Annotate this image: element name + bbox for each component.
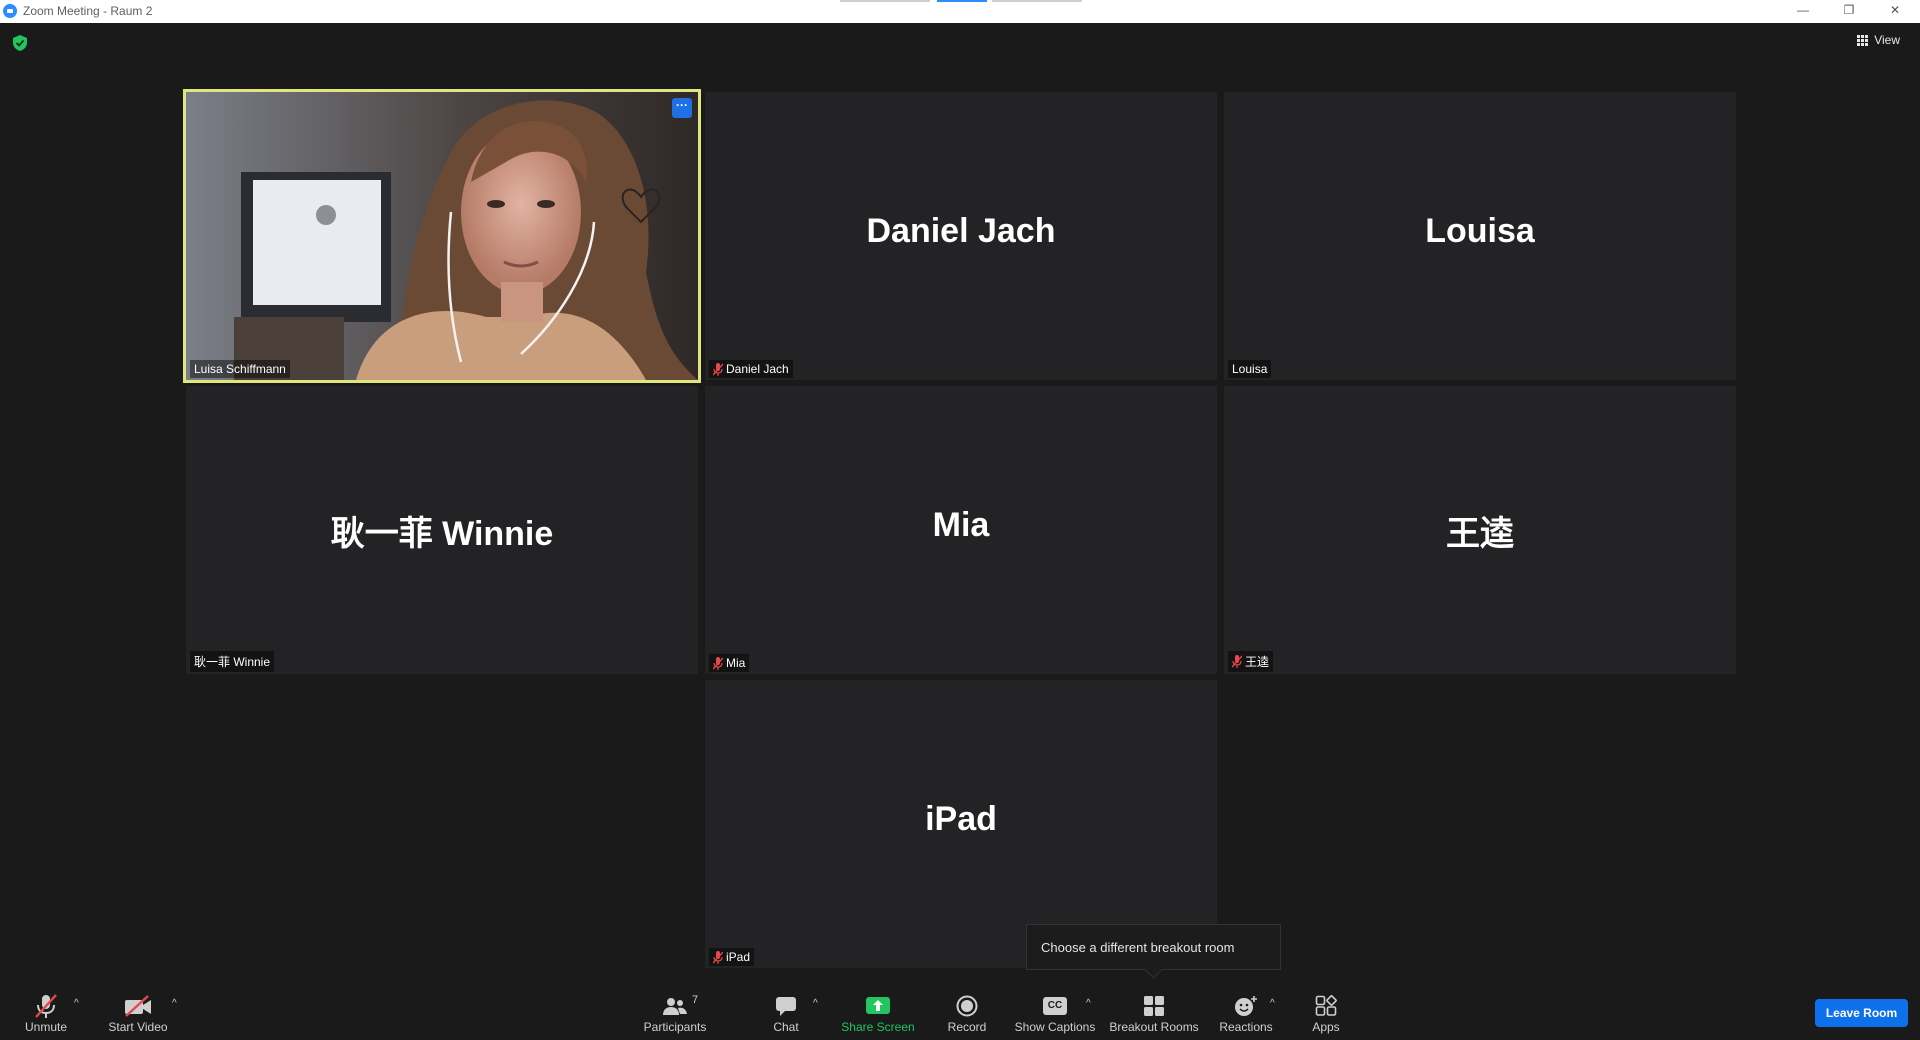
start-video-label: Start Video [108, 1020, 168, 1034]
show-captions-button[interactable]: CC Show Captions [1014, 980, 1096, 1040]
participant-tile-wang-kui[interactable]: 王逵 王逵 [1224, 386, 1736, 674]
participant-tile-mia[interactable]: Mia Mia [705, 386, 1217, 674]
video-more-options-button[interactable]: ··· [672, 98, 692, 118]
participant-name: Luisa Schiffmann [194, 362, 286, 376]
share-screen-label: Share Screen [841, 1020, 915, 1034]
chat-label: Chat [773, 1020, 799, 1034]
participant-tile-daniel-jach[interactable]: Daniel Jach Daniel Jach [705, 92, 1217, 380]
participant-name: iPad [726, 950, 751, 964]
reactions-label: Reactions [1219, 1020, 1273, 1034]
participant-name: 王逵 [1245, 655, 1270, 669]
breakout-rooms-icon [1144, 996, 1164, 1016]
breakout-rooms-label: Breakout Rooms [1109, 1020, 1199, 1034]
participant-name: Daniel Jach [726, 362, 789, 376]
window-title: Zoom Meeting - Raum 2 [23, 4, 153, 18]
zoom-app-icon [3, 4, 17, 18]
participant-name: Mia [726, 656, 746, 670]
participant-display-name: 王逵 [1446, 515, 1514, 553]
breakout-rooms-button[interactable]: Breakout Rooms [1108, 980, 1200, 1040]
record-label: Record [947, 1020, 987, 1034]
chat-options-caret-icon[interactable]: ^ [813, 998, 818, 1009]
unmute-button[interactable]: Unmute [18, 980, 74, 1040]
share-screen-icon [866, 997, 890, 1014]
close-button[interactable]: ✕ [1872, 0, 1918, 23]
participants-icon [663, 998, 687, 1015]
muted-mic-icon [713, 656, 723, 670]
participant-name: Louisa [1232, 362, 1268, 376]
restore-button[interactable]: ❐ [1826, 0, 1872, 23]
minimize-button[interactable]: — [1780, 0, 1826, 23]
reactions-button[interactable]: Reactions [1216, 980, 1276, 1040]
video-off-icon [125, 995, 151, 1017]
participant-tile-winnie[interactable]: 耿一菲 Winnie 耿一菲 Winnie [186, 386, 698, 674]
participant-name-label: Luisa Schiffmann [190, 360, 290, 378]
participant-name-label: Mia [709, 654, 750, 672]
start-video-button[interactable]: Start Video [104, 980, 172, 1040]
participant-display-name: Louisa [1425, 212, 1535, 250]
leave-room-button[interactable]: Leave Room [1815, 999, 1908, 1027]
participant-tile-video[interactable]: ··· Luisa Schiffmann [183, 89, 701, 383]
apps-icon [1315, 995, 1337, 1016]
muted-mic-icon [1232, 655, 1242, 668]
participants-label: Participants [643, 1020, 707, 1034]
meeting-top-bar: View [0, 23, 1920, 63]
muted-mic-icon [713, 950, 723, 964]
participant-video-frame [186, 92, 698, 380]
apps-button[interactable]: Apps [1306, 980, 1346, 1040]
title-bar: Zoom Meeting - Raum 2 — ❐ ✕ [0, 0, 1920, 23]
record-button[interactable]: Record [942, 980, 992, 1040]
view-button[interactable]: View [1857, 33, 1900, 47]
participant-display-name: Daniel Jach [866, 212, 1056, 250]
audio-options-caret-icon[interactable]: ^ [74, 998, 79, 1009]
participant-name-label: iPad [709, 948, 755, 966]
participant-name-label: Daniel Jach [709, 360, 793, 378]
grid-view-icon [1857, 34, 1869, 46]
apps-label: Apps [1312, 1020, 1340, 1034]
participant-name-label: 耿一菲 Winnie [190, 651, 275, 672]
participant-display-name: 耿一菲 Winnie [330, 515, 554, 553]
record-icon [956, 995, 978, 1017]
title-bar-drag-marks [840, 0, 1082, 2]
captions-options-caret-icon[interactable]: ^ [1086, 998, 1091, 1009]
chat-button[interactable]: Chat [766, 980, 806, 1040]
participant-name-label: 王逵 [1228, 651, 1274, 672]
show-captions-label: Show Captions [1014, 1020, 1096, 1034]
participant-name: 耿一菲 Winnie [194, 655, 271, 669]
view-label: View [1874, 33, 1900, 47]
chat-icon [776, 997, 796, 1016]
breakout-rooms-tooltip: Choose a different breakout room [1026, 924, 1281, 970]
participant-display-name: iPad [925, 800, 997, 838]
reactions-options-caret-icon[interactable]: ^ [1270, 998, 1275, 1009]
share-screen-button[interactable]: Share Screen [840, 980, 916, 1040]
unmute-label: Unmute [24, 1020, 68, 1034]
muted-mic-icon [713, 362, 723, 376]
participants-count: 7 [692, 994, 699, 1006]
muted-microphone-icon [35, 994, 57, 1018]
participant-tile-louisa[interactable]: Louisa Louisa [1224, 92, 1736, 380]
closed-captions-icon: CC [1043, 997, 1067, 1015]
participant-display-name: Mia [932, 506, 990, 544]
reactions-icon [1235, 996, 1257, 1016]
meeting-toolbar: Unmute ^ Start Video ^ 7 Participants Ch… [0, 980, 1920, 1040]
participants-button[interactable]: 7 Participants [640, 980, 710, 1040]
participant-name-label: Louisa [1228, 360, 1272, 378]
video-options-caret-icon[interactable]: ^ [172, 998, 177, 1009]
encryption-shield-icon[interactable] [13, 35, 27, 51]
